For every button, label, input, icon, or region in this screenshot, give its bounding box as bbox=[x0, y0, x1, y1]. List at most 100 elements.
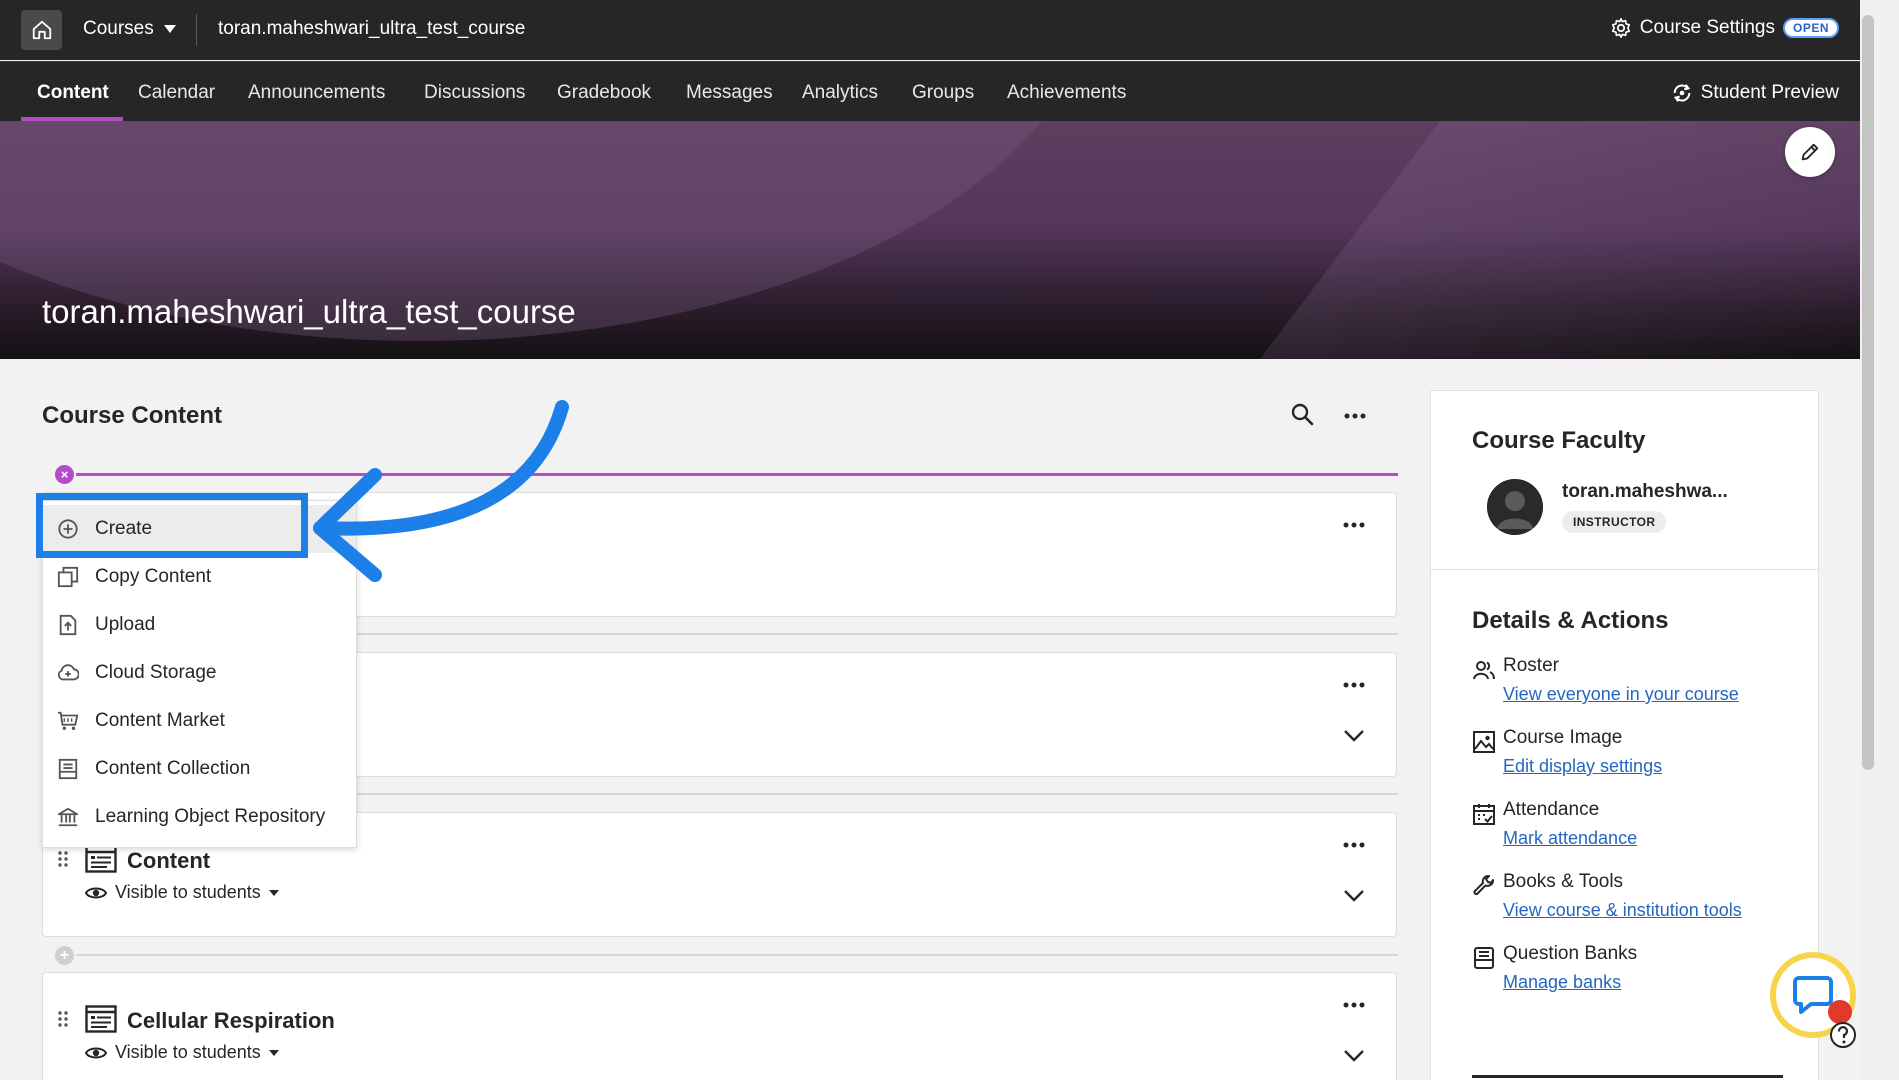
question-banks-link[interactable]: Manage banks bbox=[1503, 972, 1621, 993]
drag-handle-icon bbox=[58, 851, 68, 867]
drag-handle[interactable] bbox=[58, 1011, 68, 1032]
action-title: Books & Tools bbox=[1503, 871, 1624, 892]
add-content-button[interactable]: + bbox=[55, 946, 74, 965]
search-content-button[interactable] bbox=[1290, 402, 1314, 431]
preview-refresh-icon bbox=[1673, 84, 1690, 102]
home-icon bbox=[32, 20, 51, 40]
tutorial-arrow-icon bbox=[313, 400, 569, 582]
tab-announcements[interactable]: Announcements bbox=[248, 82, 385, 104]
details-actions-heading: Details & Actions bbox=[1472, 607, 1669, 634]
course-details-panel: Course Faculty toran.maheshwa... INSTRUC… bbox=[1430, 390, 1819, 1080]
course-banner: toran.maheshwari_ultra_test_course bbox=[0, 121, 1860, 359]
item-title[interactable]: Cellular Respiration bbox=[127, 1008, 335, 1034]
course-settings-button[interactable]: Course Settings OPEN bbox=[1610, 17, 1839, 39]
tab-gradebook[interactable]: Gradebook bbox=[557, 82, 651, 104]
search-icon bbox=[1291, 403, 1314, 426]
drag-handle[interactable] bbox=[58, 851, 68, 872]
student-preview-button[interactable]: Student Preview bbox=[1671, 82, 1839, 104]
question-bank-icon bbox=[1474, 947, 1494, 969]
drag-handle-icon bbox=[58, 1011, 68, 1027]
wrench-icon bbox=[1473, 874, 1494, 896]
course-title: toran.maheshwari_ultra_test_course bbox=[42, 293, 576, 330]
top-bar: Courses toran.maheshwari_ultra_test_cour… bbox=[0, 0, 1860, 60]
caret-down-icon bbox=[163, 25, 176, 33]
menu-item-learning-object-repository[interactable]: Learning Object Repository bbox=[43, 793, 356, 841]
item-more-button[interactable] bbox=[1342, 673, 1366, 702]
more-options-icon bbox=[1343, 682, 1365, 688]
books-tools-link[interactable]: View course & institution tools bbox=[1503, 900, 1742, 921]
caret-down-icon bbox=[268, 1049, 279, 1056]
page-scrollbar-thumb[interactable] bbox=[1862, 15, 1874, 770]
caret-down-icon bbox=[268, 889, 279, 896]
expand-item-button[interactable] bbox=[1342, 883, 1366, 912]
action-title: Attendance bbox=[1503, 799, 1600, 820]
expand-item-button[interactable] bbox=[1342, 1043, 1366, 1072]
course-settings-label: Course Settings bbox=[1639, 17, 1775, 38]
visibility-label: Visible to students bbox=[115, 882, 261, 902]
menu-item-label: Upload bbox=[95, 614, 156, 635]
menu-item-label: Copy Content bbox=[95, 566, 212, 587]
tab-content[interactable]: Content bbox=[37, 82, 109, 104]
course-nav: Content Calendar Announcements Discussio… bbox=[0, 61, 1860, 122]
collection-icon bbox=[58, 758, 78, 780]
chevron-down-icon bbox=[1344, 730, 1364, 742]
visibility-dropdown[interactable]: Visible to students bbox=[85, 882, 279, 903]
course-content-heading: Course Content bbox=[42, 402, 222, 429]
expand-item-button[interactable] bbox=[1342, 723, 1366, 752]
menu-item-content-market[interactable]: Content Market bbox=[43, 697, 356, 745]
help-icon[interactable] bbox=[1828, 1020, 1858, 1050]
course-faculty-heading: Course Faculty bbox=[1472, 427, 1646, 454]
menu-item-label: Content Market bbox=[95, 710, 225, 731]
cart-icon bbox=[57, 711, 79, 730]
visibility-dropdown[interactable]: Visible to students bbox=[85, 1042, 279, 1063]
tab-discussions[interactable]: Discussions bbox=[424, 82, 525, 104]
pencil-icon bbox=[1801, 143, 1819, 161]
faculty-name[interactable]: toran.maheshwa... bbox=[1562, 481, 1728, 503]
courses-dropdown[interactable]: Courses bbox=[83, 18, 176, 40]
attendance-icon bbox=[1473, 804, 1495, 825]
student-preview-label: Student Preview bbox=[1700, 82, 1839, 103]
tab-analytics[interactable]: Analytics bbox=[802, 82, 878, 104]
topbar-course-name: toran.maheshwari_ultra_test_course bbox=[218, 18, 526, 39]
role-badge: INSTRUCTOR bbox=[1562, 511, 1667, 533]
content-card-cellular-respiration[interactable]: Cellular Respiration Visible to students bbox=[42, 972, 1397, 1080]
banner-decoration-right bbox=[1260, 121, 1860, 359]
menu-item-cloud-storage[interactable]: Cloud Storage bbox=[43, 649, 356, 697]
avatar[interactable] bbox=[1487, 479, 1543, 535]
item-title[interactable]: Content bbox=[127, 848, 210, 874]
menu-item-upload[interactable]: Upload bbox=[43, 601, 356, 649]
more-options-icon bbox=[1343, 842, 1365, 848]
insert-content-line bbox=[76, 473, 1398, 476]
menu-item-content-collection[interactable]: Content Collection bbox=[43, 745, 356, 793]
repository-icon bbox=[57, 807, 79, 827]
tab-calendar[interactable]: Calendar bbox=[138, 82, 215, 104]
item-more-button[interactable] bbox=[1342, 513, 1366, 542]
user-avatar-icon bbox=[1487, 479, 1543, 535]
content-more-button[interactable] bbox=[1343, 404, 1367, 433]
more-options-icon bbox=[1343, 522, 1365, 528]
tab-achievements[interactable]: Achievements bbox=[1007, 82, 1126, 104]
home-button[interactable] bbox=[21, 10, 62, 50]
attendance-link[interactable]: Mark attendance bbox=[1503, 828, 1637, 849]
topbar-divider bbox=[196, 14, 197, 46]
tab-groups[interactable]: Groups bbox=[912, 82, 974, 104]
more-options-icon bbox=[1344, 413, 1366, 419]
chat-bubble-icon bbox=[1793, 976, 1833, 1014]
action-title: Course Image bbox=[1503, 727, 1623, 748]
item-more-button[interactable] bbox=[1342, 993, 1366, 1022]
course-image-link[interactable]: Edit display settings bbox=[1503, 756, 1662, 777]
edit-banner-button[interactable] bbox=[1785, 127, 1835, 177]
roster-icon bbox=[1473, 661, 1495, 680]
menu-item-label: Learning Object Repository bbox=[95, 806, 326, 827]
close-insert-button[interactable]: × bbox=[55, 465, 74, 484]
courses-label: Courses bbox=[83, 18, 154, 39]
tab-messages[interactable]: Messages bbox=[686, 82, 773, 104]
panel-bottom-rule bbox=[1472, 1075, 1783, 1078]
tutorial-highlight-box bbox=[36, 493, 308, 558]
chevron-down-icon bbox=[1344, 890, 1364, 902]
roster-link[interactable]: View everyone in your course bbox=[1503, 684, 1739, 705]
cloud-storage-icon bbox=[57, 664, 79, 681]
more-options-icon bbox=[1343, 1002, 1365, 1008]
upload-icon bbox=[59, 614, 77, 636]
item-more-button[interactable] bbox=[1342, 833, 1366, 862]
